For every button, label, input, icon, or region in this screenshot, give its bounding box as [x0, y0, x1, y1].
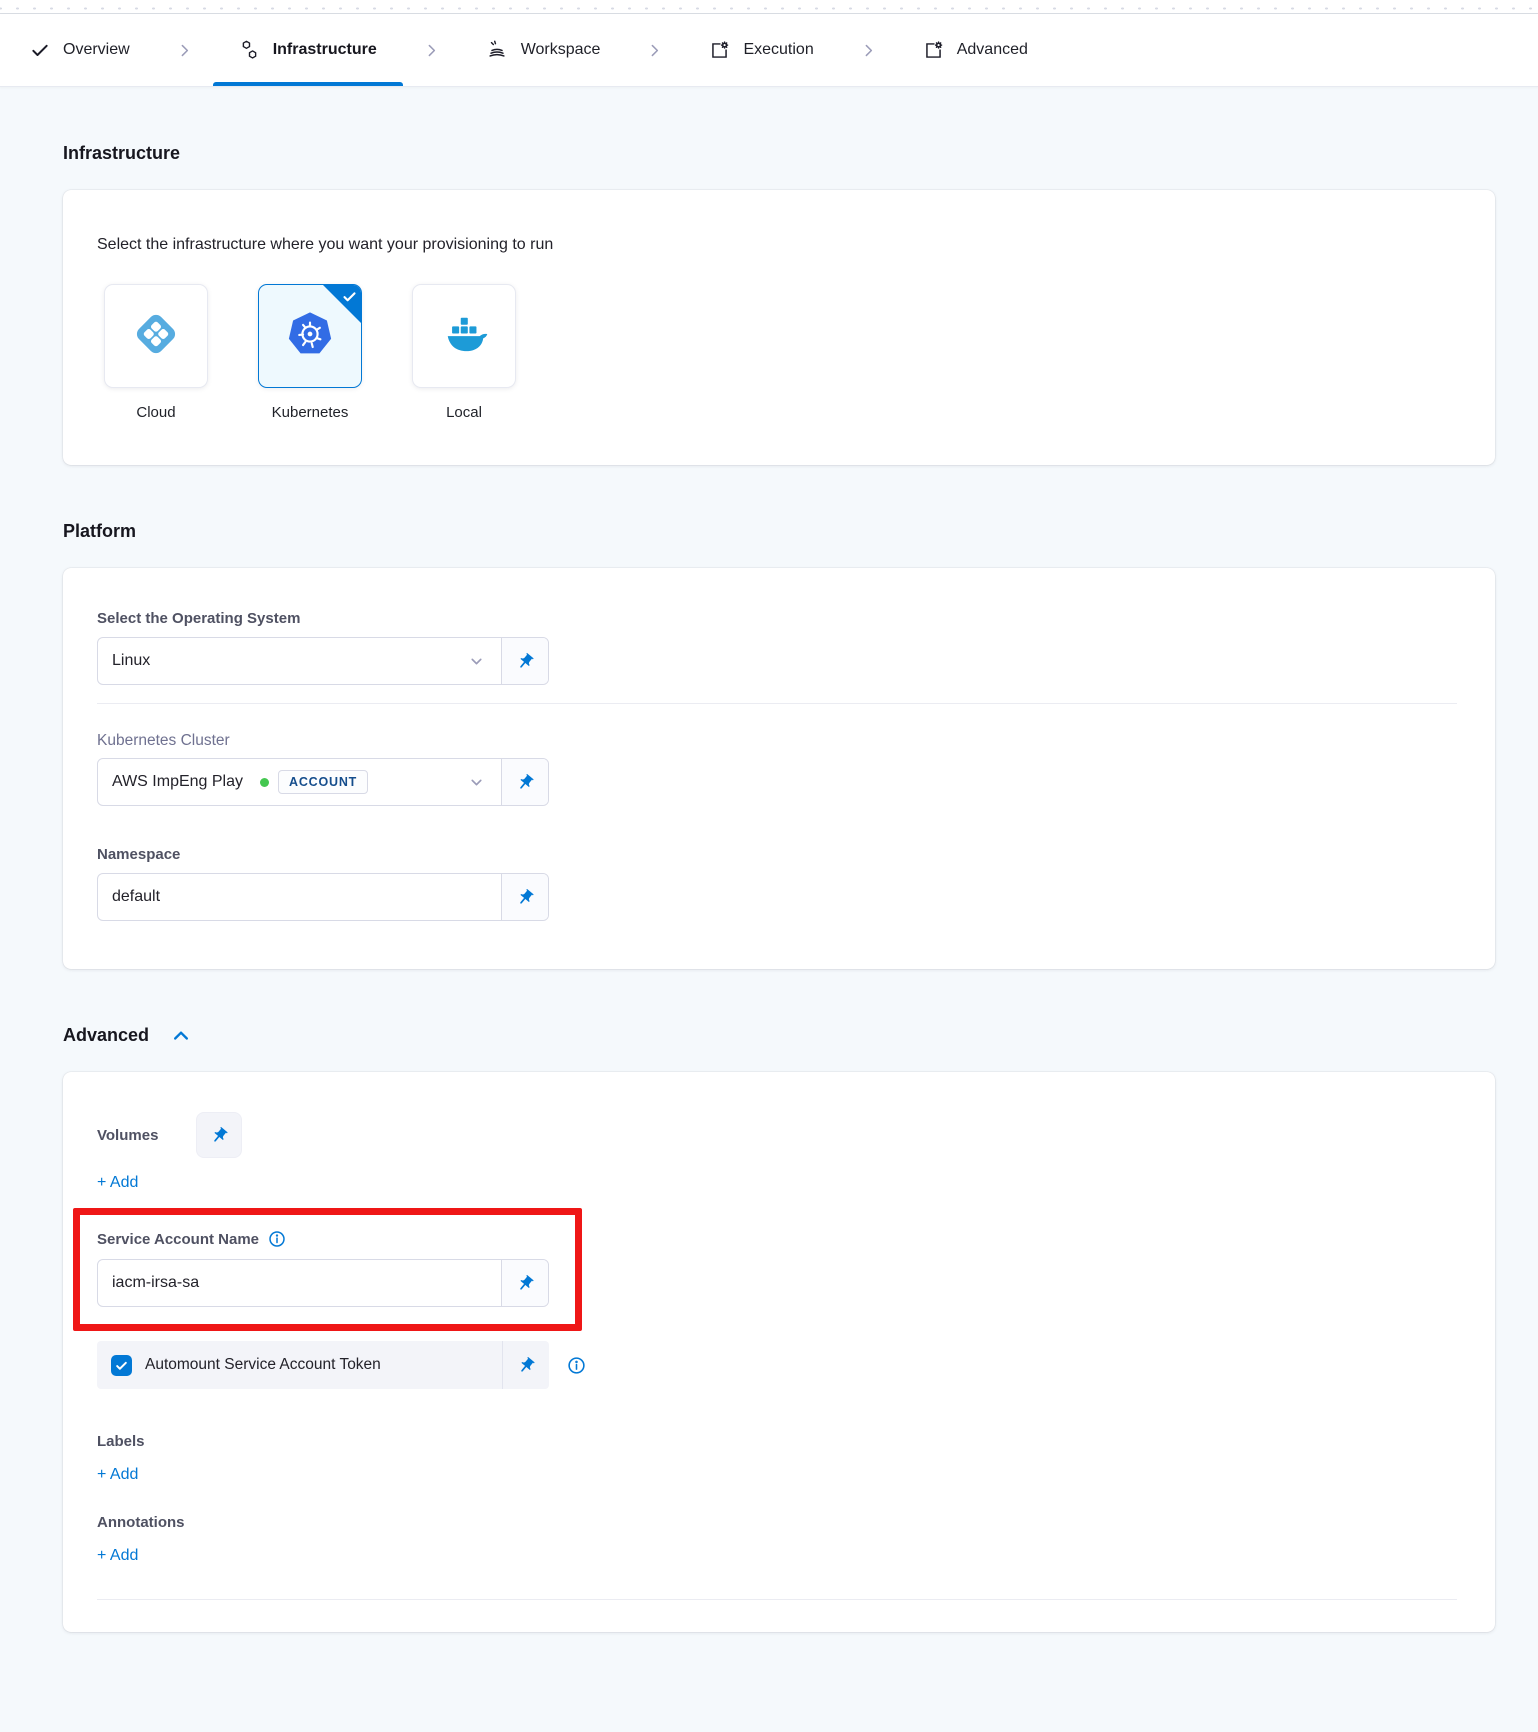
namespace-input[interactable]: default [97, 873, 549, 921]
cluster-value: AWS ImpEng Play [112, 773, 243, 791]
chevron-down-icon[interactable] [468, 774, 487, 791]
pin-button[interactable] [501, 759, 548, 805]
kubernetes-icon [284, 308, 336, 365]
scope-badge: ACCOUNT [278, 770, 368, 794]
service-account-input[interactable]: iacm-irsa-sa [97, 1259, 549, 1307]
option-label: Kubernetes [272, 404, 349, 421]
option-kubernetes-box[interactable] [258, 284, 362, 388]
divider [97, 703, 1457, 704]
info-icon[interactable] [567, 1356, 586, 1375]
cloud-icon [131, 309, 181, 364]
option-cloud-box[interactable] [104, 284, 208, 388]
tab-workspace[interactable]: Workspace [460, 14, 627, 86]
service-account-label: Service Account Name [97, 1231, 259, 1248]
option-local[interactable]: Local [405, 284, 523, 421]
chevron-right-icon [423, 14, 440, 86]
chevron-right-icon [646, 14, 663, 86]
infrastructure-prompt: Select the infrastructure where you want… [97, 236, 1457, 254]
infrastructure-heading: Infrastructure [63, 143, 180, 164]
os-label: Select the Operating System [97, 610, 1457, 627]
automount-checkbox[interactable] [111, 1355, 132, 1376]
box-gear-icon [709, 40, 730, 61]
infrastructure-options: Cloud [97, 284, 1457, 421]
chevron-down-icon[interactable] [468, 653, 487, 670]
info-icon[interactable] [268, 1230, 286, 1248]
pin-button[interactable] [502, 1341, 549, 1389]
advanced-card: Volumes + Add Service Account Name iacm-… [63, 1072, 1495, 1632]
divider [97, 1599, 1457, 1600]
chevron-right-icon [176, 14, 193, 86]
pin-button[interactable] [501, 638, 548, 684]
os-value: Linux [112, 652, 150, 670]
pin-button[interactable] [501, 1260, 548, 1306]
box-gear-icon [923, 40, 944, 61]
namespace-value: default [112, 888, 160, 906]
infrastructure-card: Select the infrastructure where you want… [63, 190, 1495, 465]
check-icon [30, 40, 50, 60]
stack-icon [486, 39, 508, 61]
pin-button[interactable] [196, 1112, 242, 1158]
red-highlight-annotation: Service Account Name iacm-irsa-sa [73, 1208, 582, 1331]
option-label: Local [446, 404, 482, 421]
tab-label: Execution [743, 41, 813, 59]
add-annotation-link[interactable]: + Add [97, 1547, 138, 1565]
cluster-select[interactable]: AWS ImpEng Play ACCOUNT [97, 758, 549, 806]
service-account-value: iacm-irsa-sa [112, 1274, 199, 1292]
tab-label: Advanced [957, 41, 1028, 59]
option-cloud[interactable]: Cloud [97, 284, 215, 421]
tab-advanced[interactable]: Advanced [897, 14, 1054, 86]
connector-status-dot [260, 778, 269, 787]
namespace-label: Namespace [97, 846, 1457, 863]
tab-label: Overview [63, 41, 130, 59]
tab-infrastructure[interactable]: Infrastructure [213, 14, 403, 86]
wizard-tab-bar: Overview Infrastructure Workspace [0, 14, 1538, 87]
add-volume-link[interactable]: + Add [97, 1174, 138, 1192]
option-label: Cloud [136, 404, 175, 421]
tab-label: Infrastructure [273, 41, 377, 59]
chevron-right-icon [860, 14, 877, 86]
annotations-label: Annotations [97, 1514, 1457, 1531]
platform-heading: Platform [63, 521, 136, 542]
hexagons-icon [239, 40, 260, 61]
labels-label: Labels [97, 1433, 1457, 1450]
volumes-label: Volumes [97, 1127, 158, 1144]
tab-overview[interactable]: Overview [4, 14, 156, 86]
option-kubernetes[interactable]: Kubernetes [251, 284, 369, 421]
top-dotted-strip [0, 0, 1538, 14]
tab-execution[interactable]: Execution [683, 14, 839, 86]
docker-icon [438, 308, 490, 365]
cluster-label: Kubernetes Cluster [97, 732, 1457, 750]
collapse-chevron-up-icon[interactable] [171, 1026, 191, 1046]
automount-label: Automount Service Account Token [145, 1356, 381, 1374]
option-local-box[interactable] [412, 284, 516, 388]
advanced-heading: Advanced [63, 1025, 149, 1046]
automount-row: Automount Service Account Token [97, 1341, 549, 1389]
platform-card: Select the Operating System Linux Kubern… [63, 568, 1495, 969]
pin-button[interactable] [501, 874, 548, 920]
os-select[interactable]: Linux [97, 637, 549, 685]
tab-label: Workspace [521, 41, 601, 59]
add-label-link[interactable]: + Add [97, 1466, 138, 1484]
